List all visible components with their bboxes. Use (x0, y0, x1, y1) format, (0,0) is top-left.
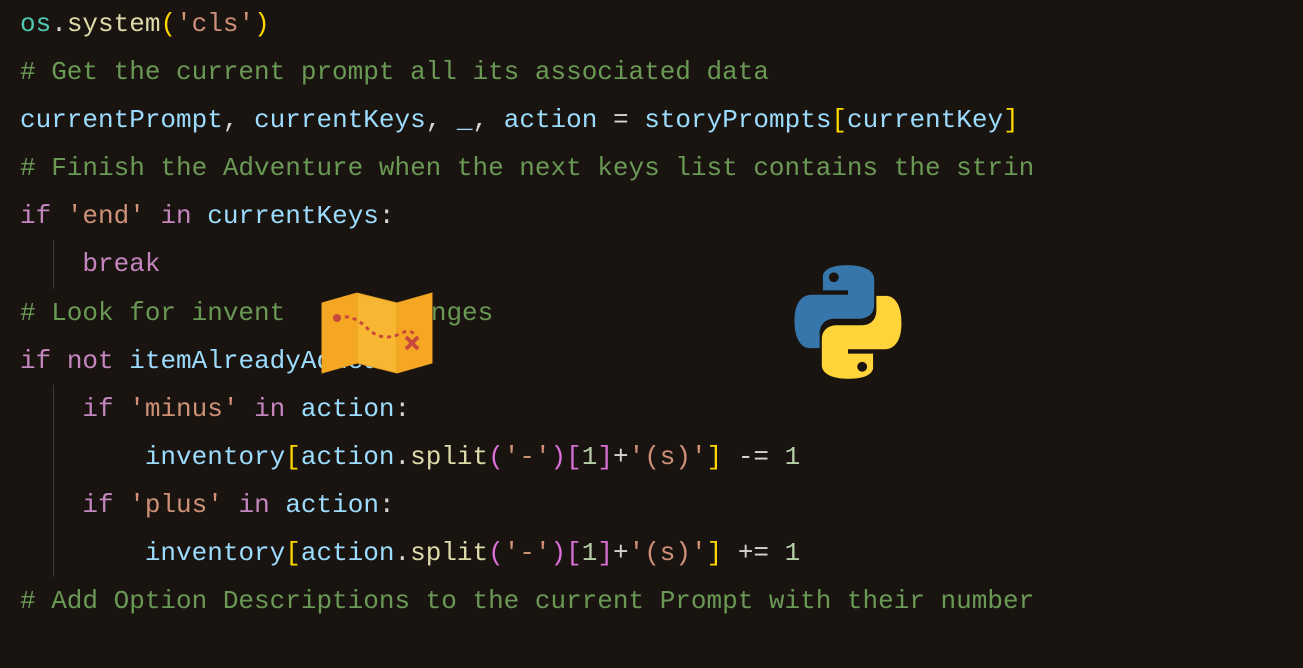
module-name: os (20, 9, 51, 39)
keyword: not (67, 346, 114, 376)
keyword: if (82, 490, 113, 520)
keyword: break (82, 249, 160, 279)
method-call: split (410, 538, 488, 568)
variable: action (301, 442, 395, 472)
variable: action (504, 105, 598, 135)
number-literal: 1 (785, 538, 801, 568)
keyword: if (20, 346, 51, 376)
string-literal: '-' (504, 442, 551, 472)
number-literal: 1 (785, 442, 801, 472)
variable: inventory (145, 442, 285, 472)
code-line: os.system('cls') (20, 0, 1303, 48)
number-literal: 1 (582, 538, 598, 568)
comment: # Finish the Adventure when the next key… (20, 153, 1034, 183)
code-line: currentPrompt, currentKeys, _, action = … (20, 96, 1303, 144)
string-literal: 'end' (67, 201, 145, 231)
variable: currentPrompt (20, 105, 223, 135)
variable: action (301, 394, 395, 424)
comment: # Get the current prompt all its associa… (20, 57, 769, 87)
variable: currentKey (847, 105, 1003, 135)
method-call: split (410, 442, 488, 472)
keyword: in (238, 490, 269, 520)
code-line: if 'minus' in action: (20, 385, 1303, 433)
keyword: in (160, 201, 191, 231)
treasure-map-icon (317, 288, 437, 395)
code-line: if 'plus' in action: (20, 481, 1303, 529)
variable: action (285, 490, 379, 520)
string-literal: '(s)' (629, 442, 707, 472)
function-call: system (67, 9, 161, 39)
code-line: # Add Option Descriptions to the current… (20, 577, 1303, 625)
code-line: break (20, 240, 1303, 288)
code-line: inventory[action.split('-')[1]+'(s)'] +=… (20, 529, 1303, 577)
python-logo-icon (788, 262, 908, 399)
string-literal: '(s)' (629, 538, 707, 568)
variable: action (301, 538, 395, 568)
keyword: if (82, 394, 113, 424)
code-line: inventory[action.split('-')[1]+'(s)'] -=… (20, 433, 1303, 481)
code-line: if 'end' in currentKeys: (20, 192, 1303, 240)
string-literal: '-' (504, 538, 551, 568)
variable: currentKeys (207, 201, 379, 231)
comment: # Look for invent (20, 298, 285, 328)
keyword: if (20, 201, 51, 231)
code-line: # Get the current prompt all its associa… (20, 48, 1303, 96)
variable: storyPrompts (644, 105, 831, 135)
variable: currentKeys (254, 105, 426, 135)
variable: _ (457, 105, 473, 135)
string-literal: 'cls' (176, 9, 254, 39)
code-line: # Look for inventanges (20, 289, 1303, 337)
code-editor[interactable]: os.system('cls') # Get the current promp… (20, 0, 1303, 625)
comment: # Add Option Descriptions to the current… (20, 586, 1034, 616)
string-literal: 'plus' (129, 490, 223, 520)
number-literal: 1 (582, 442, 598, 472)
code-line: if not itemAlreadyAdded: (20, 337, 1303, 385)
string-literal: 'minus' (129, 394, 238, 424)
code-line: # Finish the Adventure when the next key… (20, 144, 1303, 192)
keyword: in (254, 394, 285, 424)
variable: inventory (145, 538, 285, 568)
